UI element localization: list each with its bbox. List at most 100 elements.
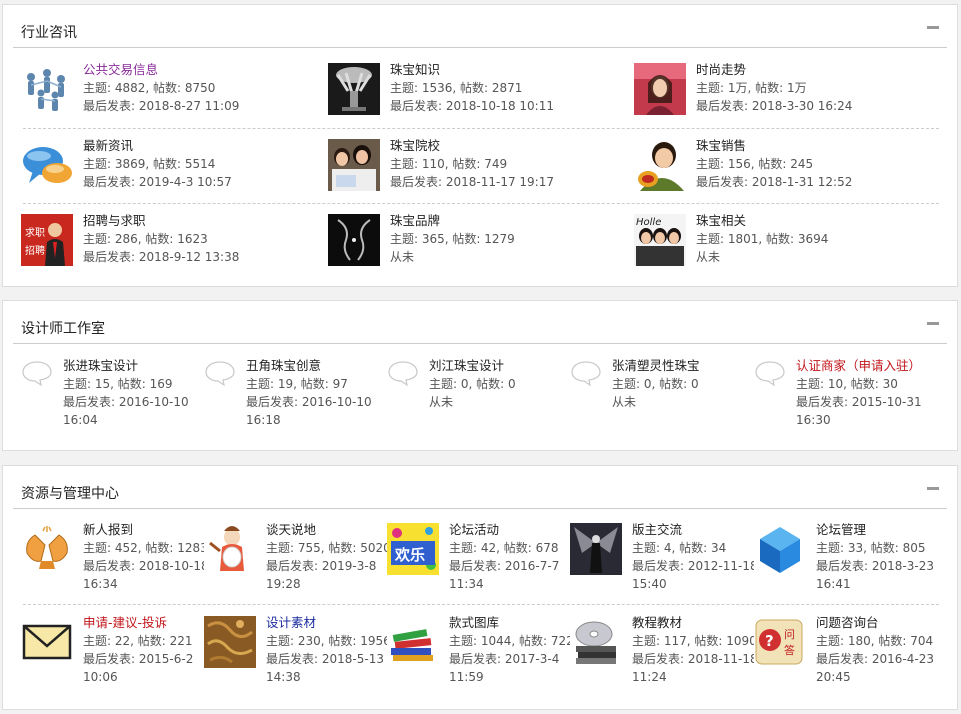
blue-cube-icon[interactable] <box>754 523 806 575</box>
section-header: 行业咨讯 <box>3 5 957 49</box>
forum-last-post-time[interactable]: 16:30 <box>796 411 922 429</box>
forum-title-link[interactable]: 刘江珠宝设计 <box>429 357 516 375</box>
forum-title-link[interactable]: 张清塑灵性珠宝 <box>612 357 700 375</box>
collapse-icon[interactable] <box>927 487 939 490</box>
fashion-photo-icon[interactable] <box>634 63 686 115</box>
collapse-icon[interactable] <box>927 322 939 325</box>
forum-last-post[interactable]: 最后发表: 2018-1-31 12:52 <box>696 173 852 191</box>
speech-bubble-icon[interactable] <box>387 359 419 387</box>
section-header: 资源与管理中心 <box>3 466 957 510</box>
forum-stats: 主题: 230, 帖数: 1956 <box>266 634 391 648</box>
forum-stats: 主题: 33, 帖数: 805 <box>816 541 926 555</box>
speech-bubble-icon[interactable] <box>21 359 53 387</box>
group-photo-icon[interactable]: Holle <box>634 214 686 266</box>
forum-title-link[interactable]: 珠宝销售 <box>696 137 852 155</box>
forum-title-link[interactable]: 谈天说地 <box>266 521 391 539</box>
forum-last-post[interactable]: 最后发表: 2019-4-3 10:57 <box>83 173 232 191</box>
forum-last-post[interactable]: 最后发表: 2018-11-17 19:17 <box>390 173 554 191</box>
forum-stats: 主题: 156, 帖数: 245 <box>696 157 814 171</box>
event-banner-icon[interactable]: 欢乐 <box>387 523 439 575</box>
brand-faces-icon[interactable] <box>328 214 380 266</box>
forum-last-post-time[interactable]: 16:34 <box>83 575 209 593</box>
books-stack-icon[interactable] <box>387 616 439 668</box>
sales-photo-icon[interactable] <box>634 139 686 191</box>
collapse-icon[interactable] <box>927 26 939 29</box>
forum-title-link[interactable]: 珠宝院校 <box>390 137 554 155</box>
speech-bubble-icon[interactable] <box>570 359 602 387</box>
cartoon-character-icon[interactable] <box>204 523 256 575</box>
forum-title-link[interactable]: 论坛活动 <box>449 521 559 539</box>
forum-last-post[interactable]: 最后发表: 2012-11-18 <box>632 557 758 575</box>
forum-last-post-time[interactable]: 10:06 <box>83 668 193 686</box>
forum-last-post-time[interactable]: 16:18 <box>246 411 372 429</box>
forum-title-link[interactable]: 张进珠宝设计 <box>63 357 189 375</box>
forum-title-link[interactable]: 最新资讯 <box>83 137 232 155</box>
forum-last-post-time[interactable]: 11:59 <box>449 668 581 686</box>
forum-title-link[interactable]: 问题咨询台 <box>816 614 934 632</box>
forum-last-post[interactable]: 最后发表: 2016-4-23 <box>816 650 934 668</box>
chat-bubbles-icon[interactable] <box>21 139 73 191</box>
forum-title-link[interactable]: 教程教材 <box>632 614 758 632</box>
students-photo-icon[interactable] <box>328 139 380 191</box>
forum-last-post-time[interactable]: 19:28 <box>266 575 391 593</box>
forum-stats: 主题: 110, 帖数: 749 <box>390 157 508 171</box>
section-title: 资源与管理中心 <box>21 486 119 502</box>
forum-last-post[interactable]: 最后发表: 2016-10-10 <box>246 393 372 411</box>
section-title: 行业咨讯 <box>21 25 77 41</box>
forum-title-link[interactable]: 认证商家（申请入驻） <box>796 357 922 375</box>
forum-stats: 主题: 286, 帖数: 1623 <box>83 232 208 246</box>
forum-last-post[interactable]: 最后发表: 2019-3-8 <box>266 557 391 575</box>
poster-text: 欢乐 <box>394 546 425 564</box>
forum-last-post: 从未 <box>612 395 637 409</box>
forum-last-post-time[interactable]: 16:41 <box>816 575 934 593</box>
forum-title-link[interactable]: 论坛管理 <box>816 521 934 539</box>
help-sign-icon[interactable]: ? 问答 <box>754 616 806 668</box>
winged-figure-icon[interactable] <box>570 523 622 575</box>
forum-title-link[interactable]: 申请-建议-投诉 <box>83 614 193 632</box>
forum-last-post[interactable]: 最后发表: 2018-9-12 13:38 <box>83 248 239 266</box>
jewelry-tree-icon[interactable] <box>328 63 380 115</box>
forum-last-post[interactable]: 最后发表: 2018-3-23 <box>816 557 934 575</box>
forum-last-post[interactable]: 最后发表: 2017-3-4 <box>449 650 581 668</box>
forum-title-link[interactable]: 时尚走势 <box>696 61 852 79</box>
forum-last-post[interactable]: 最后发表: 2018-8-27 11:09 <box>83 97 239 115</box>
divider <box>13 47 947 48</box>
forum-last-post[interactable]: 最后发表: 2016-7-7 <box>449 557 559 575</box>
forum-last-post[interactable]: 最后发表: 2015-6-2 <box>83 650 193 668</box>
recruit-poster-icon[interactable]: 求职 招聘 <box>21 214 73 266</box>
forum-last-post[interactable]: 最后发表: 2018-3-30 16:24 <box>696 97 852 115</box>
forum-last-post-time[interactable]: 15:40 <box>632 575 758 593</box>
forum-title-link[interactable]: 珠宝相关 <box>696 212 828 230</box>
disc-books-icon[interactable] <box>570 616 622 668</box>
forum-title-link[interactable]: 珠宝知识 <box>390 61 554 79</box>
forum-last-post-time[interactable]: 11:34 <box>449 575 559 593</box>
forum-title-link[interactable]: 公共交易信息 <box>83 61 239 79</box>
forum-last-post-time[interactable]: 11:24 <box>632 668 758 686</box>
forum-last-post-time[interactable]: 16:04 <box>63 411 189 429</box>
forum-last-post[interactable]: 最后发表: 2018-10-18 10:11 <box>390 97 554 115</box>
poster-text: 求职 <box>25 227 45 239</box>
row-separator <box>23 128 939 129</box>
forum-title-link[interactable]: 设计素材 <box>266 614 391 632</box>
forum-last-post[interactable]: 最后发表: 2018-11-18 <box>632 650 758 668</box>
people-network-icon[interactable] <box>21 63 73 115</box>
forum-last-post[interactable]: 最后发表: 2018-10-18 <box>83 557 209 575</box>
forum-title-link[interactable]: 款式图库 <box>449 614 581 632</box>
forum-title-link[interactable]: 珠宝品牌 <box>390 212 515 230</box>
envelope-icon[interactable] <box>21 616 73 668</box>
forum-last-post-time[interactable]: 20:45 <box>816 668 934 686</box>
row-separator <box>23 604 939 605</box>
poster-text: Holle <box>636 217 661 228</box>
forum-title-link[interactable]: 招聘与求职 <box>83 212 239 230</box>
forum-last-post[interactable]: 最后发表: 2018-5-13 <box>266 650 391 668</box>
forum-title-link[interactable]: 新人报到 <box>83 521 209 539</box>
forum-last-post[interactable]: 最后发表: 2015-10-31 <box>796 393 922 411</box>
forum-title-link[interactable]: 版主交流 <box>632 521 758 539</box>
speech-bubble-icon[interactable] <box>204 359 236 387</box>
carved-wood-icon[interactable] <box>204 616 256 668</box>
forum-title-link[interactable]: 丑角珠宝创意 <box>246 357 372 375</box>
speech-bubble-icon[interactable] <box>754 359 786 387</box>
forum-last-post[interactable]: 最后发表: 2016-10-10 <box>63 393 189 411</box>
clapping-hands-icon[interactable] <box>21 523 73 575</box>
forum-last-post-time[interactable]: 14:38 <box>266 668 391 686</box>
